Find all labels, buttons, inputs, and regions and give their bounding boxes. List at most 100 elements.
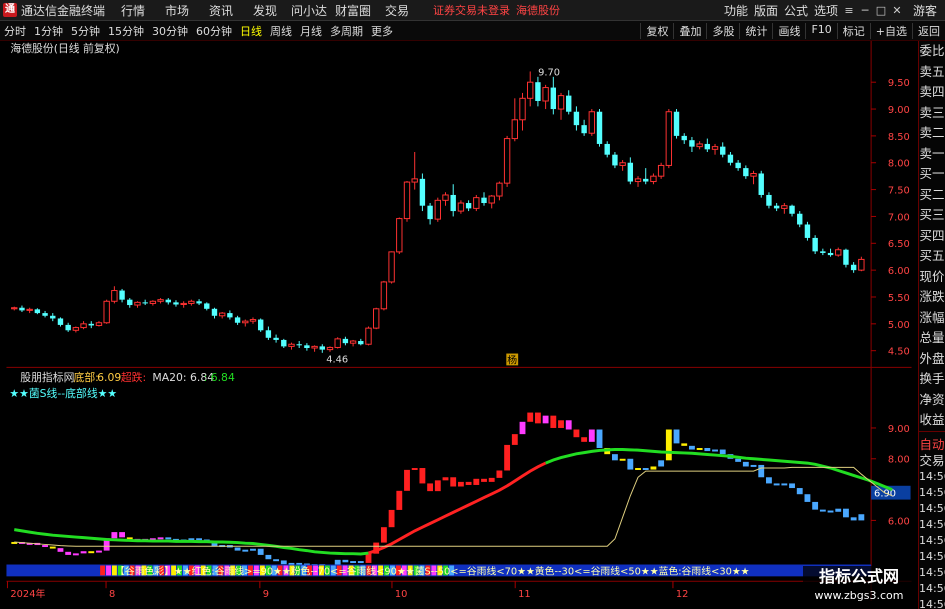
- top-menu-item-1[interactable]: 市场: [155, 2, 199, 19]
- right-menu: 功能 版面 公式 选项: [721, 2, 841, 19]
- candle-body: [689, 140, 695, 147]
- indicator-bar: [573, 429, 580, 438]
- candle-body: [720, 146, 726, 155]
- candle-body: [319, 346, 325, 350]
- top-menu: 行情 市场 资讯 发现 问小达 财富圈 交易: [111, 2, 419, 19]
- candle-body: [566, 95, 572, 112]
- indicator-bar: [111, 532, 118, 539]
- candle-body: [411, 178, 418, 183]
- candle-body: [643, 178, 649, 182]
- maximize-icon[interactable]: □: [873, 4, 889, 17]
- indicator-bar: [119, 532, 125, 538]
- minimize-icon[interactable]: ─: [857, 4, 873, 17]
- candle-body: [450, 194, 456, 212]
- period-tab-9[interactable]: 多周期: [326, 23, 367, 39]
- indicator-name: 股朋指标网: [20, 370, 74, 384]
- legend-text: 【谷雨色彩】★★红色:谷雨线>=90★★粉色--70<=谷雨线<90★★菌S--…: [115, 564, 750, 577]
- period-tabs: 分时 1分钟 5分钟 15分钟 30分钟 60分钟 日线 周线 月线 多周期 更多: [0, 23, 397, 39]
- period-tab-1[interactable]: 1分钟: [30, 23, 67, 39]
- period-tab-6[interactable]: 日线: [236, 23, 266, 39]
- trade-login-notice[interactable]: 证券交易未登录: [433, 2, 510, 18]
- tool-button-3[interactable]: 统计: [739, 22, 772, 39]
- top-menu-item-0[interactable]: 行情: [111, 2, 155, 19]
- candle-body: [19, 307, 25, 311]
- candle-body: [627, 162, 634, 182]
- candle-body: [42, 313, 48, 316]
- indicator-bar: [419, 468, 426, 484]
- tool-button-5[interactable]: F10: [805, 22, 836, 39]
- right-menu-item-1[interactable]: 版面: [751, 2, 781, 19]
- indicator-bar: [565, 420, 572, 430]
- guest-button[interactable]: 游客: [905, 2, 945, 19]
- candle-body: [781, 205, 788, 209]
- candle-body: [304, 345, 310, 348]
- trade-label-5: 14:56: [919, 517, 945, 531]
- indicator-bar: [712, 449, 718, 452]
- indicator-bar: [627, 458, 634, 470]
- candle-body: [766, 194, 772, 206]
- period-tab-5[interactable]: 60分钟: [192, 23, 236, 39]
- trade-label-3: 14:56: [919, 485, 945, 499]
- candle-body: [850, 264, 857, 271]
- tool-button-2[interactable]: 多股: [706, 22, 739, 39]
- indicator-bar: [758, 464, 765, 478]
- tool-button-0[interactable]: 复权: [640, 22, 673, 39]
- right-menu-item-2[interactable]: 公式: [781, 2, 811, 19]
- candle-body: [434, 199, 441, 220]
- candle-body: [827, 252, 834, 256]
- right-menu-item-0[interactable]: 功能: [721, 2, 751, 19]
- period-tab-2[interactable]: 5分钟: [67, 23, 104, 39]
- period-tab-8[interactable]: 月线: [296, 23, 326, 39]
- tool-button-1[interactable]: 叠加: [673, 22, 706, 39]
- candle-body: [80, 323, 87, 329]
- candle-body: [427, 205, 433, 220]
- close-icon[interactable]: ✕: [889, 4, 905, 17]
- kline-chart[interactable]: 海德股份(日线 前复权) 9.50 9.00 8.50 8.00 7.50 7.00 6.50…: [0, 41, 918, 601]
- tool-button-7[interactable]: +自选: [869, 22, 912, 39]
- xaxis-label-4: 11: [518, 589, 531, 600]
- top-menu-item-6[interactable]: 交易: [375, 2, 419, 19]
- indicator-bar: [689, 445, 695, 450]
- candle-body: [743, 168, 749, 177]
- quote-label-9: 买四: [919, 227, 945, 243]
- indicator-bar: [673, 429, 680, 444]
- trade-label-1[interactable]: 交易: [919, 453, 945, 469]
- candle-body: [557, 95, 565, 110]
- period-tab-0[interactable]: 分时: [0, 23, 30, 39]
- indicator-bar: [858, 514, 865, 521]
- price-label-9: 5.00: [888, 320, 910, 331]
- top-menu-item-2[interactable]: 资讯: [199, 2, 243, 19]
- top-menu-item-3[interactable]: 发现: [243, 2, 287, 19]
- candle-body: [419, 178, 426, 206]
- tool-button-6[interactable]: 标记: [836, 22, 870, 39]
- top-menu-item-4[interactable]: 问小达: [287, 2, 331, 19]
- indicator-bar: [789, 483, 795, 489]
- indicator-bar: [257, 548, 264, 555]
- indicator-bar: [658, 460, 665, 467]
- indicator-bar: [380, 527, 387, 543]
- candle-body: [218, 312, 226, 317]
- price-label-4: 7.50: [888, 186, 910, 197]
- period-tab-10[interactable]: 更多: [367, 23, 397, 39]
- top-menu-item-5[interactable]: 财富圈: [331, 2, 375, 19]
- tool-button-4[interactable]: 画线: [772, 22, 805, 39]
- indicator-bar: [427, 483, 434, 492]
- menu-grid-icon[interactable]: ≡: [841, 4, 857, 17]
- trade-label-0[interactable]: 自动: [919, 437, 945, 453]
- period-tab-4[interactable]: 30分钟: [148, 23, 192, 39]
- indicator-bar: [696, 447, 703, 450]
- quote-label-16: 换手: [919, 371, 945, 386]
- right-menu-item-3[interactable]: 选项: [811, 2, 841, 19]
- candle-body: [358, 341, 364, 345]
- tool-button-8[interactable]: 返回: [912, 22, 945, 39]
- candle-body: [211, 308, 218, 316]
- indicator-bar: [442, 477, 449, 481]
- indicator-bar: [396, 490, 403, 510]
- period-tab-3[interactable]: 15分钟: [104, 23, 148, 39]
- indicator-bar: [534, 412, 541, 424]
- indicator-bar: [165, 537, 172, 540]
- candle-body: [72, 327, 80, 331]
- candle-body: [227, 313, 233, 318]
- period-tab-7[interactable]: 周线: [266, 23, 296, 39]
- candle-body: [650, 175, 657, 183]
